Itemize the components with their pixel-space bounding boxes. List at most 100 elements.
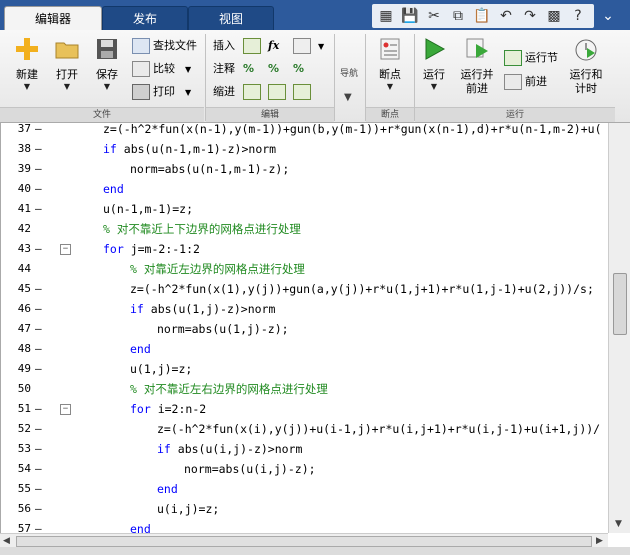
breakpoint-marker[interactable]: — [35,399,42,419]
line-number[interactable]: 55 [7,479,31,499]
save-icon[interactable]: 💾 [400,6,420,26]
code-line[interactable]: 46— if abs(u(1,j)-z)>norm [1,299,609,319]
breakpoint-marker[interactable]: — [35,499,42,519]
run-and-advance-button[interactable]: 运行并 前进 [454,36,500,96]
fold-toggle-icon[interactable]: − [60,404,71,415]
line-number[interactable]: 53 [7,439,31,459]
code-line[interactable]: 47— norm=abs(u(1,j)-z); [1,319,609,339]
code-line[interactable]: 42 % 对不靠近上下边界的网格点进行处理 [1,219,609,239]
layout-icon[interactable]: ▦ [376,6,396,26]
breakpoint-marker[interactable]: — [35,123,42,139]
line-number[interactable]: 39 [7,159,31,179]
run-section-button[interactable]: 运行节 [504,48,558,68]
scroll-down-arrow-icon[interactable]: ▼ [615,517,622,531]
breakpoints-button[interactable]: 断点 ▼ [370,36,410,92]
code-line[interactable]: 53— if abs(u(i,j)-z)>norm [1,439,609,459]
horizontal-scrollbar[interactable]: ◀ ▶ [0,533,608,548]
line-number[interactable]: 38 [7,139,31,159]
line-number[interactable]: 50 [7,379,31,399]
uncomment-icon[interactable]: % [268,59,279,79]
code-line[interactable]: 45— z=(-h^2*fun(x(1),y(j))+gun(a,y(j))+r*… [1,279,609,299]
code-line[interactable]: 39— norm=abs(u(n-1,m-1)-z); [1,159,609,179]
find-files-button[interactable]: 查找文件 [132,36,197,56]
decrease-indent-icon[interactable] [293,82,314,102]
line-number[interactable]: 40 [7,179,31,199]
code-line[interactable]: 44 % 对靠近左边界的网格点进行处理 [1,259,609,279]
code-line[interactable]: 37— z=(-h^2*fun(x(n-1),y(m-1))+gun(b,y(m-… [1,123,609,139]
compare-button[interactable]: 比较 ▼ [132,59,191,79]
breakpoint-marker[interactable]: — [35,159,42,179]
comment-button[interactable]: 注释 [213,59,235,79]
breakpoint-marker[interactable]: — [35,479,42,499]
fx-button[interactable]: fx [268,36,279,56]
copy-icon[interactable]: ⧉ [448,6,468,26]
insert-options-icon[interactable]: ▼ [293,36,324,56]
line-number[interactable]: 46 [7,299,31,319]
code-line[interactable]: 40— end [1,179,609,199]
code-line[interactable]: 38— if abs(u(n-1,m-1)-z)>norm [1,139,609,159]
breakpoint-marker[interactable]: — [35,459,42,479]
insert-section-icon[interactable] [243,36,264,56]
insert-button[interactable]: 插入 [213,36,235,56]
code-line[interactable]: 55— end [1,479,609,499]
line-number[interactable]: 41 [7,199,31,219]
vertical-scroll-thumb[interactable] [613,273,627,335]
navigate-button[interactable]: 导航 [340,64,358,84]
breakpoint-marker[interactable]: — [35,319,42,339]
advance-button[interactable]: 前进 [504,72,547,92]
open-button[interactable]: 打开 ▼ [48,36,86,92]
cut-icon[interactable]: ✂ [424,6,444,26]
save-button[interactable]: 保存 ▼ [88,36,126,92]
breakpoint-marker[interactable]: — [35,179,42,199]
line-number[interactable]: 54 [7,459,31,479]
scroll-right-arrow-icon[interactable]: ▶ [596,534,603,548]
line-number[interactable]: 45 [7,279,31,299]
line-number[interactable]: 42 [7,219,31,239]
breakpoint-marker[interactable]: — [35,419,42,439]
breakpoint-marker[interactable]: — [35,299,42,319]
code-line[interactable]: 43— − for j=m-2:-1:2 [1,239,609,259]
code-line[interactable]: 50 % 对不靠近左右边界的网格点进行处理 [1,379,609,399]
code-line[interactable]: 51— − for i=2:n-2 [1,399,609,419]
breakpoint-marker[interactable]: — [35,359,42,379]
breakpoint-marker[interactable]: — [35,199,42,219]
line-number[interactable]: 43 [7,239,31,259]
code-line[interactable]: 57 — end [1,519,609,533]
paste-icon[interactable]: 📋 [472,6,492,26]
wrap-comment-icon[interactable]: % [293,59,304,79]
line-number[interactable]: 47 [7,319,31,339]
run-and-time-button[interactable]: 运行和 计时 [566,36,606,96]
breakpoint-marker[interactable]: — [35,279,42,299]
print-button[interactable]: 打印 ▼ [132,82,191,102]
breakpoint-marker[interactable]: — [35,239,42,259]
code-line[interactable]: 54— norm=abs(u(i,j)-z); [1,459,609,479]
expand-toolstrip-icon[interactable]: ⌄ [598,6,618,26]
breakpoint-marker[interactable]: — [35,519,42,533]
code-line[interactable]: 52— z=(-h^2*fun(x(i),y(j))+u(i-1,j)+r*u(i… [1,419,609,439]
help-icon[interactable]: ? [568,6,588,26]
scroll-left-arrow-icon[interactable]: ◀ [3,534,10,548]
indent-button[interactable]: 缩进 [213,82,235,102]
line-number[interactable]: 51 [7,399,31,419]
run-button[interactable]: 运行 ▼ [418,36,450,92]
line-number[interactable]: 52 [7,419,31,439]
tab-editor[interactable]: 编辑器 [4,6,102,31]
breakpoint-marker[interactable]: — [35,339,42,359]
tab-view[interactable]: 视图 [188,6,274,31]
fold-toggle-icon[interactable]: − [60,244,71,255]
breakpoint-marker[interactable]: — [35,139,42,159]
increase-indent-icon[interactable] [268,82,289,102]
code-line[interactable]: 41— u(n-1,m-1)=z; [1,199,609,219]
vertical-scrollbar[interactable]: ▼ [608,123,630,533]
breakpoint-marker[interactable]: — [35,439,42,459]
code-line[interactable]: 48— end [1,339,609,359]
line-number[interactable]: 48 [7,339,31,359]
navigate-dropdown-icon[interactable]: ▼ [344,88,352,108]
code-line[interactable]: 49— u(1,j)=z; [1,359,609,379]
comment-percent-icon[interactable]: % [243,59,254,79]
horizontal-scroll-thumb[interactable] [16,536,592,547]
tab-publish[interactable]: 发布 [102,6,188,31]
line-number[interactable]: 37 [7,123,31,139]
line-number[interactable]: 49 [7,359,31,379]
switch-windows-icon[interactable]: ▩ [544,6,564,26]
